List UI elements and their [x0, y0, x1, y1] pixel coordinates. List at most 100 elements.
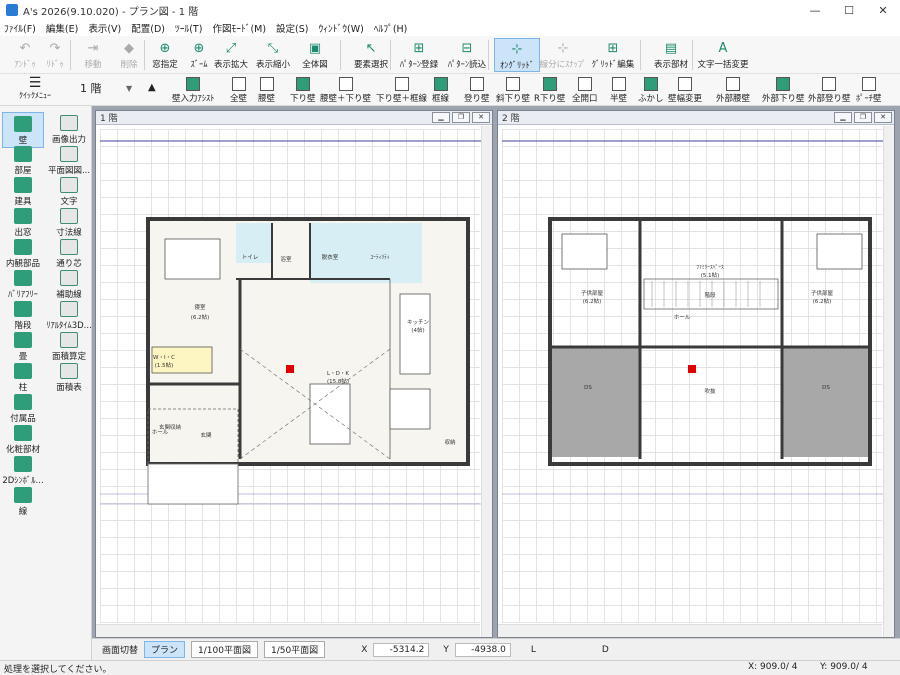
wall-tool-button[interactable]: 外部腰壁 — [716, 75, 750, 105]
toolbar-button[interactable]: ⇥ 移動 — [76, 38, 110, 72]
sidebar-tool[interactable]: 面積表 — [48, 360, 90, 396]
toolbar-button-label: ﾘﾄﾞｩ — [46, 60, 64, 70]
wall-tool-button[interactable]: 腰壁 — [258, 75, 275, 105]
toolbar-button[interactable]: ⊞ ｸﾞﾘｯﾄﾞ編集 — [590, 38, 636, 72]
pane-header: 1 階 ▁ ❐ ✕ — [96, 111, 492, 125]
menu-item[interactable]: 表示(V) — [88, 21, 121, 35]
toolbar-button[interactable]: ⊕ 窓指定 — [148, 38, 182, 72]
toolbar-button[interactable]: ◆ 削除 — [112, 38, 146, 72]
plan-view-button[interactable]: プラン — [144, 641, 186, 658]
horizontal-scrollbar[interactable] — [96, 624, 480, 637]
pane-restore-button[interactable]: ❐ — [452, 112, 470, 123]
menu-item[interactable]: 設定(S) — [276, 21, 308, 35]
d-label: D — [601, 644, 609, 655]
floor-plan-2[interactable]: ﾌｧﾐﾘｰｽﾍﾟｰｽ(5.1帖)子供部屋(6.2帖)子供部屋(6.2帖)階段ホー… — [502, 129, 884, 625]
toolbar-button[interactable]: ↶ ｱﾝﾄﾞｩ — [8, 38, 42, 72]
y-coordinate-field[interactable]: -4938.0 — [454, 642, 511, 657]
pane-minimize-button[interactable]: ▁ — [432, 112, 450, 123]
room-label: (15.8帖) — [327, 377, 349, 385]
toolbar-button[interactable]: ⊹ 線分にｽﾅｯﾌﾟ — [540, 38, 587, 72]
close-button[interactable]: ✕ — [866, 0, 900, 20]
horizontal-scrollbar[interactable] — [498, 624, 882, 637]
wall-tool-icon — [231, 77, 246, 91]
drawing-canvas[interactable]: ﾌｧﾐﾘｰｽﾍﾟｰｽ (5.1帖) 子供部屋 (6.2帖) 子供部屋 (6.2帖) 階段 ホー… — [502, 129, 884, 625]
wall-tool-icon — [861, 77, 876, 91]
toolbar-button[interactable]: ↖ 要素選択 — [348, 38, 394, 72]
wall-tool-button[interactable]: 腰壁＋下り壁 — [320, 75, 371, 105]
category-icon — [14, 116, 32, 132]
pane-restore-button[interactable]: ❐ — [854, 112, 872, 123]
wall-tool-button[interactable]: 登り壁 — [464, 75, 490, 105]
toolbar-button[interactable]: ▣ 全体図 — [298, 38, 332, 72]
toolbar-button[interactable]: ⊟ ﾊﾟﾀｰﾝ読込 — [444, 38, 490, 72]
wall-tool-button[interactable]: 下り壁 — [290, 75, 316, 105]
wall-tool-button[interactable]: 外部登り壁 — [808, 75, 851, 105]
floor-plan-1[interactable]: トイレ 浴室 脱衣室 ﾕｰﾃｨﾘﾃｨ 寝室 (6.2帖) W・I・C(1.5帖) キッチン(4… — [100, 129, 482, 625]
plan-100-button[interactable]: 1/100平面図 — [191, 641, 258, 658]
toolbar-button[interactable]: ⤢ 表示拡大 — [214, 38, 248, 72]
pane-minimize-button[interactable]: ▁ — [834, 112, 852, 123]
x-coordinate-field[interactable]: -5314.2 — [373, 642, 430, 657]
wall-tool-button[interactable]: 外部下り壁 — [762, 75, 805, 105]
wall-tool-button[interactable]: R下り壁 — [534, 75, 565, 105]
sidebar-tool[interactable]: 線 — [2, 484, 44, 520]
wall-tool-icon — [726, 77, 740, 91]
floor-up-arrow-icon[interactable]: ▲ — [148, 82, 156, 93]
wall-tool-button[interactable]: 半壁 — [610, 75, 627, 105]
wall-tool-icon — [394, 77, 409, 91]
toolbar-button[interactable]: ↷ ﾘﾄﾞｩ — [38, 38, 72, 72]
room-label: (5.1帖) — [701, 271, 720, 279]
minimize-button[interactable]: — — [798, 0, 832, 20]
wall-tool-label: 腰壁＋下り壁 — [320, 94, 372, 104]
wall-tool-button[interactable]: ふかし — [638, 75, 664, 105]
maximize-button[interactable]: ☐ — [832, 0, 866, 20]
drawing-canvas[interactable]: トイレ 浴室 脱衣室 ﾕｰﾃｨﾘﾃｨ 寝室 (6.2帖) W・I・C (1.5帖) キッチン (4… — [100, 129, 482, 625]
wall-tool-button[interactable]: 全開口 — [572, 75, 598, 105]
menu-item[interactable]: 作図ﾓｰﾄﾞ(M) — [212, 21, 266, 35]
toolbar-button[interactable]: ▤ 表示部材 — [648, 38, 694, 72]
separator — [692, 40, 693, 70]
pane-close-button[interactable]: ✕ — [472, 112, 490, 123]
wall-tool-button[interactable]: 框線 — [432, 75, 449, 105]
wall-tool-button[interactable]: 全壁 — [230, 75, 247, 105]
category-icon — [14, 301, 32, 317]
category-icon — [14, 332, 32, 348]
toolbar-button[interactable]: A 文字一括変更 — [698, 38, 749, 72]
l-label: L — [530, 644, 536, 655]
vertical-scrollbar[interactable] — [883, 126, 894, 637]
toolbar-button[interactable]: ⊞ ﾊﾟﾀｰﾝ登録 — [396, 38, 442, 72]
wall-tool-button[interactable]: 壁入力ｱｼｽﾄ — [172, 75, 215, 105]
chevron-down-icon[interactable]: ▼ — [126, 84, 132, 93]
menu-item[interactable]: ﾂｰﾙ(T) — [175, 21, 202, 35]
room-label: L・D・K — [327, 371, 349, 377]
wall-tool-button[interactable]: 壁幅変更 — [668, 75, 702, 105]
quick-menu-button[interactable]: ☰ ｸｲｯｸﾒﾆｭｰ — [10, 76, 60, 101]
menu-item[interactable]: 編集(E) — [46, 21, 78, 35]
category-icon — [14, 177, 32, 193]
wall-tool-button[interactable]: ﾎﾟｰﾁ壁 — [856, 75, 882, 105]
menu-item[interactable]: ﾍﾙﾌﾟ(H) — [374, 21, 408, 35]
toolbar-button[interactable]: ⊹ ｵﾝｸﾞﾘｯﾄﾞ — [494, 38, 540, 72]
menu-item[interactable]: ﾌｧｲﾙ(F) — [4, 21, 36, 35]
menu-item[interactable]: ｳｨﾝﾄﾞｳ(W) — [319, 21, 364, 35]
wall-tool-label: 壁入力ｱｼｽﾄ — [172, 94, 215, 104]
toolbar-button[interactable]: ⤡ 表示縮小 — [256, 38, 290, 72]
room-label: (6.2帖) — [191, 313, 210, 321]
pane-floor-1[interactable]: 1 階 ▁ ❐ ✕ トイレ 浴室 脱衣室 ﾕｰﾃｨﾘﾃｨ 寝室 (6.2帖) W・I・C (1.5… — [95, 110, 493, 638]
toolbar-button[interactable]: ⊕ ｽﾞｰﾑ — [182, 38, 216, 72]
menu-item[interactable]: 配置(D) — [131, 21, 165, 35]
wall-tool-button[interactable]: 斜下り壁 — [496, 75, 530, 105]
wall-tool-label: 壁幅変更 — [668, 94, 703, 104]
text-replace-icon: A — [718, 40, 728, 56]
wall-tool-button[interactable]: 下り壁＋框線 — [376, 75, 427, 105]
pane-close-button[interactable]: ✕ — [874, 112, 892, 123]
vertical-scrollbar[interactable] — [481, 126, 492, 637]
fit-all-icon: ▣ — [308, 40, 322, 56]
plan-50-button[interactable]: 1/50平面図 — [263, 641, 326, 658]
room-label: 子供部屋 — [581, 289, 604, 297]
status-message: 処理を選択してください。 — [4, 665, 112, 675]
category-icon — [14, 456, 32, 472]
room-label: 脱衣室 — [322, 253, 339, 261]
separator — [488, 40, 489, 70]
pane-floor-2[interactable]: 2 階 ▁ ❐ ✕ ﾌｧﾐﾘｰｽﾍﾟｰｽ (5.1帖) 子供部屋 (6.2帖) 子供部屋 (6… — [497, 110, 895, 638]
